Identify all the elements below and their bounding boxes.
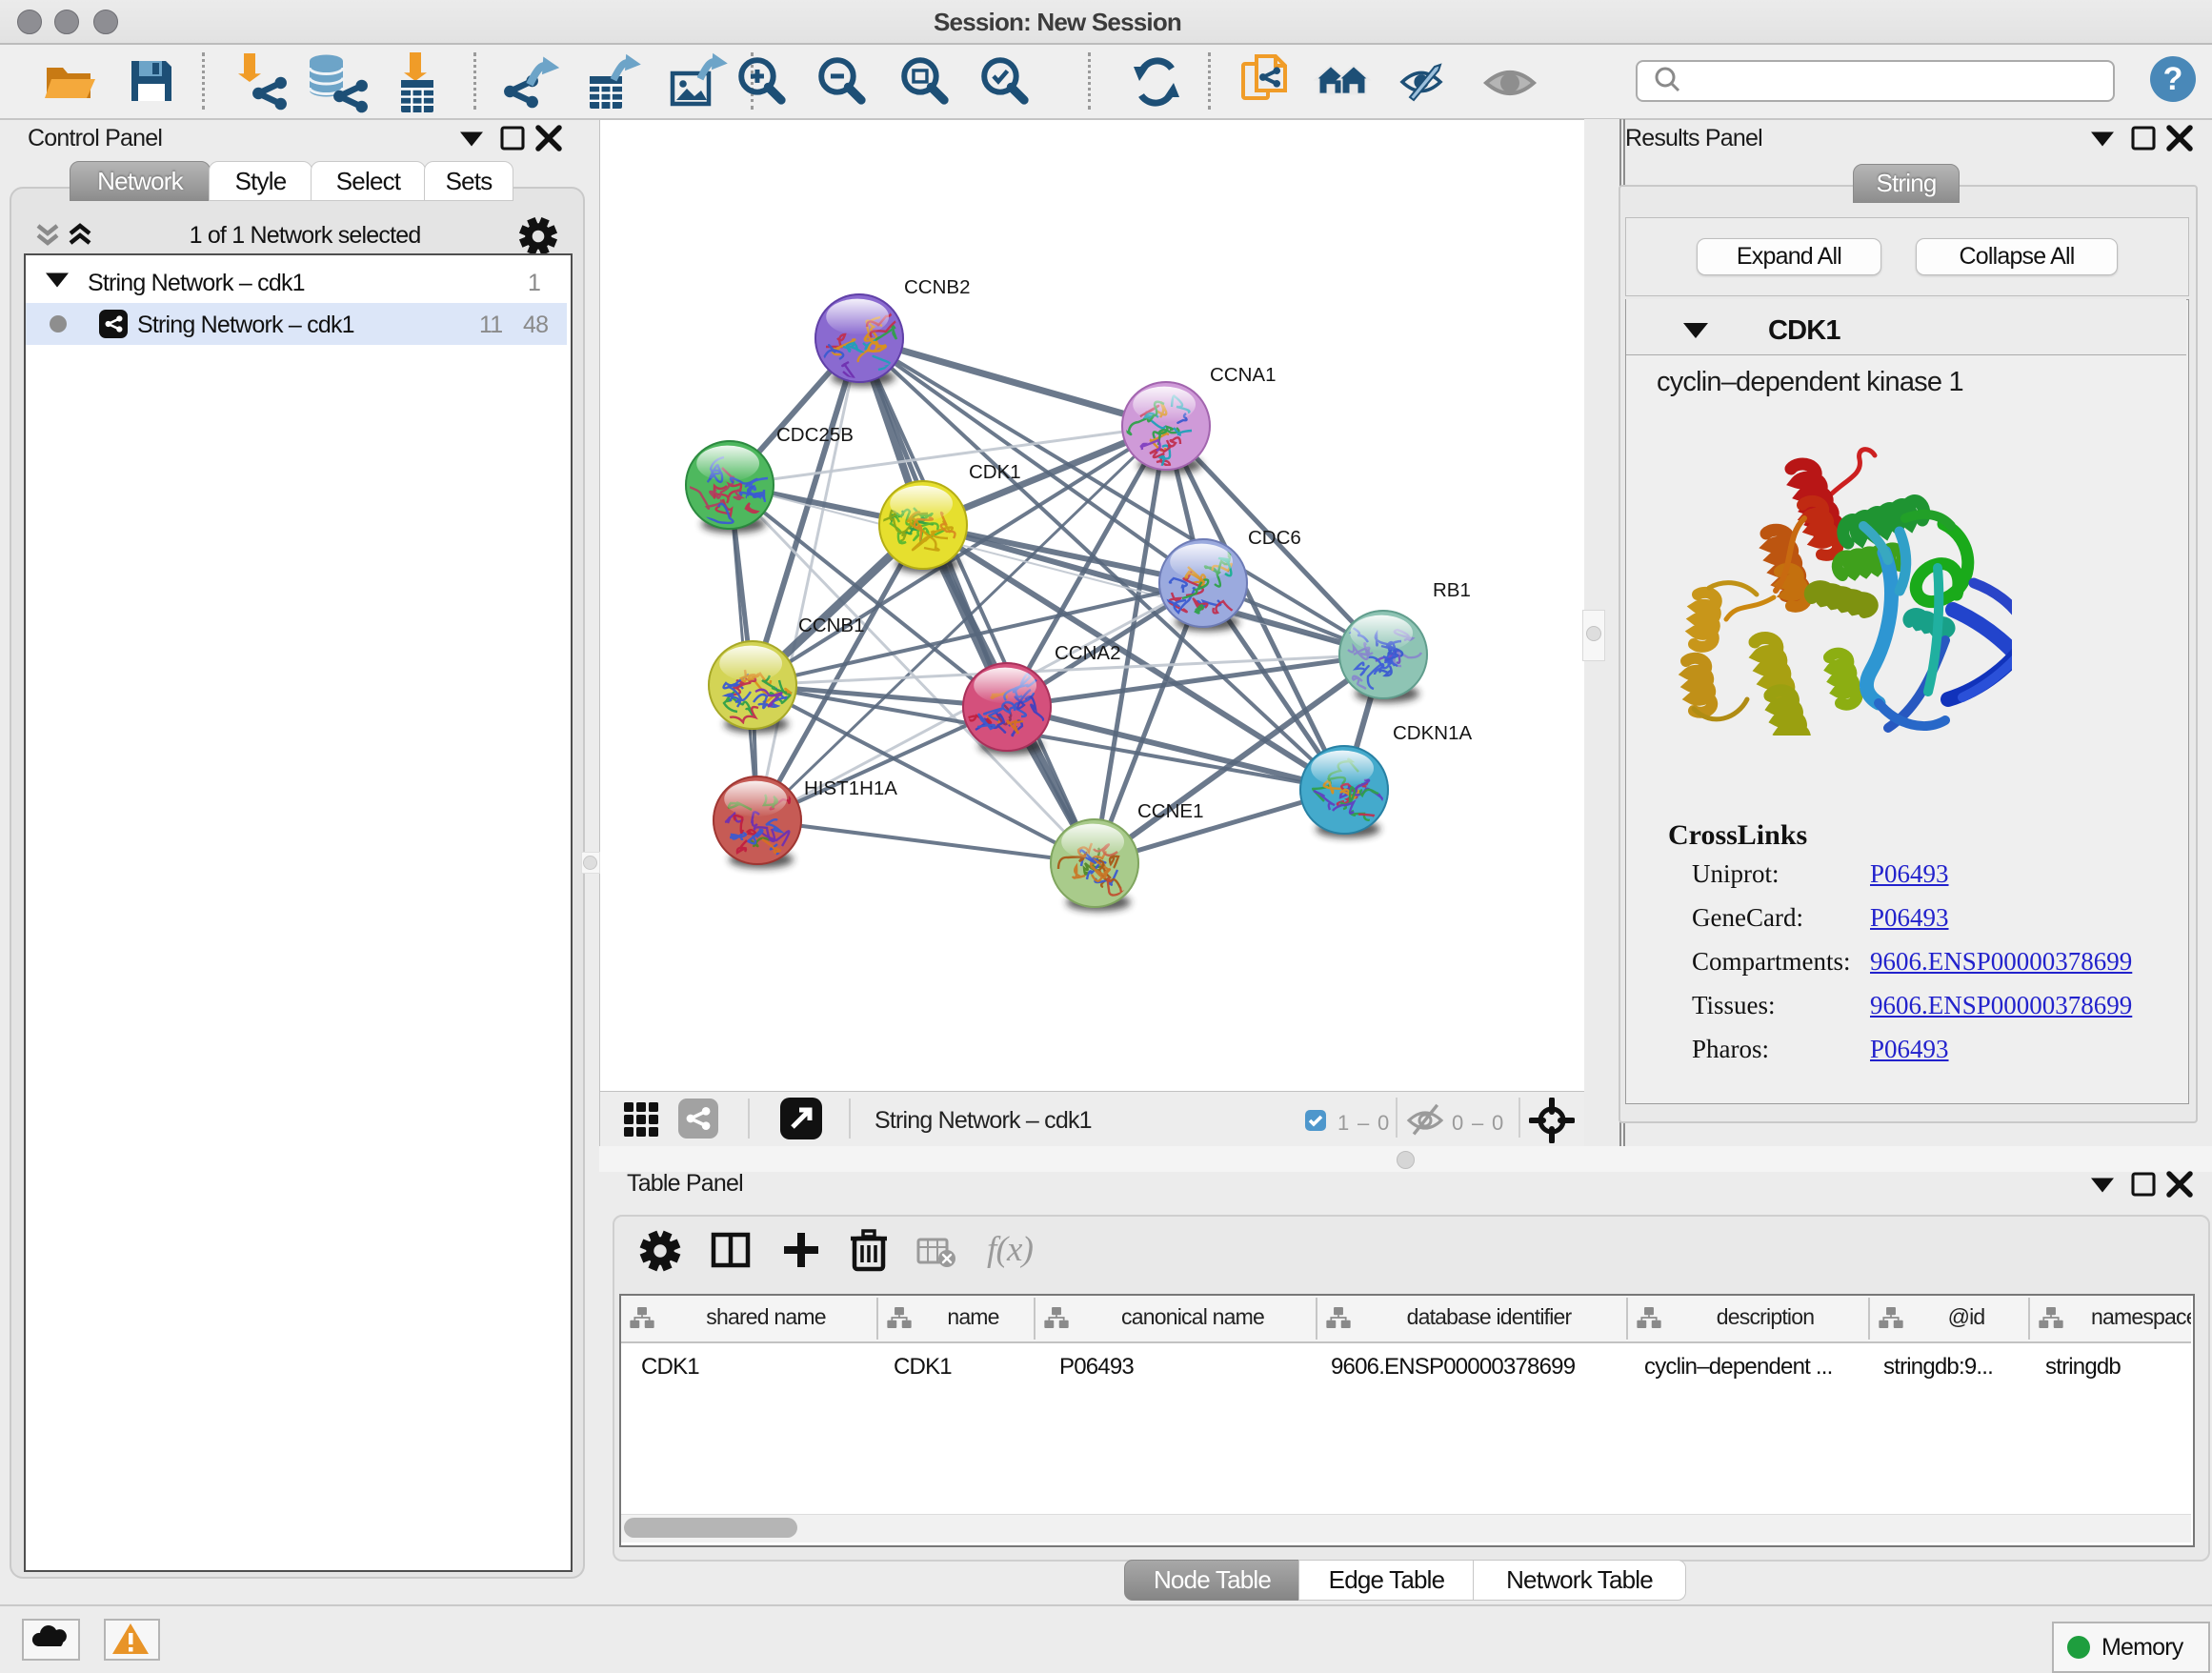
svg-text:CDC6: CDC6	[1248, 527, 1301, 549]
svg-text:RB1: RB1	[1433, 579, 1471, 601]
svg-text:CCNB1: CCNB1	[798, 615, 865, 636]
svg-text:CCNE1: CCNE1	[1137, 800, 1204, 822]
svg-text:?: ?	[2163, 61, 2183, 97]
svg-text:CCNA1: CCNA1	[1210, 364, 1277, 386]
svg-text:CDKN1A: CDKN1A	[1393, 722, 1472, 744]
svg-text:CDK1: CDK1	[969, 461, 1021, 483]
svg-text:HIST1H1A: HIST1H1A	[804, 777, 897, 799]
svg-text:CDC25B: CDC25B	[776, 424, 854, 446]
svg-text:CCNB2: CCNB2	[904, 276, 971, 298]
svg-text:CCNA2: CCNA2	[1055, 642, 1121, 664]
